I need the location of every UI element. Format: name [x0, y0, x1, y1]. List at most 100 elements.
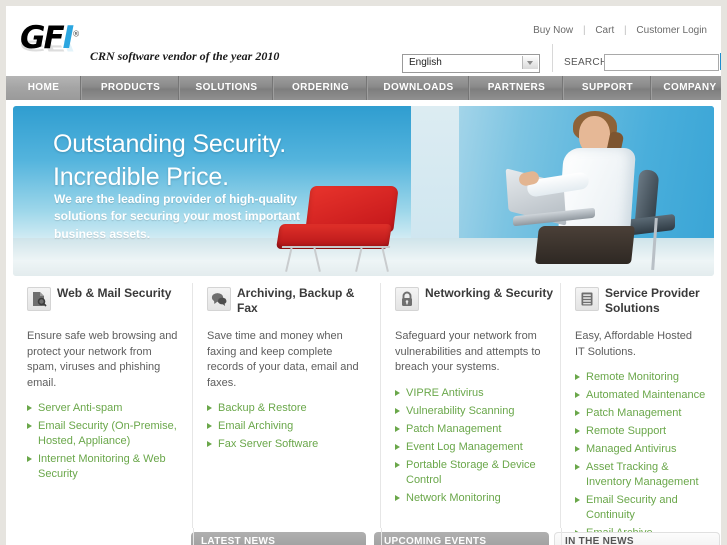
column-divider	[561, 528, 562, 545]
category-link[interactable]: Network Monitoring	[406, 492, 501, 504]
list-item[interactable]: Patch Management	[395, 422, 560, 437]
list-item[interactable]: Server Anti-spam	[27, 401, 192, 416]
category-column-3: Networking & Security Safeguard your netw…	[381, 283, 561, 528]
list-item[interactable]: Automated Maintenance	[575, 388, 714, 403]
category-link-list: Remote Monitoring Automated Maintenance Pa…	[575, 370, 714, 541]
language-select-value: English	[409, 57, 442, 68]
category-link[interactable]: Server Anti-spam	[38, 402, 122, 414]
nav-item-solutions[interactable]: SOLUTIONS	[180, 76, 274, 100]
search-go-button[interactable]: GO	[720, 53, 721, 70]
chair-leg	[381, 246, 389, 272]
chair-rail	[281, 246, 391, 248]
category-header: Web & Mail Security	[13, 283, 192, 317]
category-link[interactable]: Fax Server Software	[218, 438, 318, 450]
bottom-tab-in-the-news[interactable]: IN THE NEWS	[554, 532, 720, 545]
nav-item-company[interactable]: COMPANY	[652, 76, 721, 100]
category-column-4: Service Provider Solutions Easy, Affordab…	[561, 283, 714, 539]
category-description: Save time and money when faxing and keep…	[207, 330, 359, 389]
gfi-logo[interactable]: GFI®	[20, 23, 80, 54]
category-link[interactable]: Remote Support	[586, 425, 666, 437]
category-link[interactable]: Portable Storage & Device Control	[406, 459, 536, 486]
list-item[interactable]: Asset Tracking & Inventory Management	[575, 460, 714, 490]
category-title: Service Provider Solutions	[605, 286, 700, 316]
category-header: Archiving, Backup & Fax	[193, 283, 380, 317]
chair-leg	[313, 246, 321, 272]
list-item[interactable]: Vulnerability Scanning	[395, 404, 560, 419]
category-link-list: Server Anti-spam Email Security (On-Premi…	[27, 401, 192, 482]
hero-headline-line2: Incredible Price.	[53, 163, 229, 191]
bottom-tabs: LATEST NEWS UPCOMING EVENTS IN THE NEWS	[6, 532, 721, 545]
category-link-list: VIPRE Antivirus Vulnerability Scanning Pat…	[395, 386, 560, 506]
list-item[interactable]: Remote Support	[575, 424, 714, 439]
list-item[interactable]: Email Security (On-Premise, Hosted, Appl…	[27, 419, 192, 449]
divider: |	[582, 25, 586, 36]
woman-with-laptop-illustration	[505, 111, 703, 274]
search-input-wrap[interactable]	[604, 54, 719, 71]
list-item[interactable]: Backup & Restore	[207, 401, 380, 416]
nav-item-downloads[interactable]: DOWNLOADS	[368, 76, 470, 100]
category-link[interactable]: Email Security (On-Premise, Hosted, Appl…	[38, 420, 177, 447]
language-select[interactable]: English	[402, 54, 540, 73]
list-item[interactable]: VIPRE Antivirus	[395, 386, 560, 401]
chair-leg	[285, 246, 293, 272]
nav-item-products[interactable]: PRODUCTS	[82, 76, 180, 100]
search-input[interactable]	[605, 55, 718, 68]
category-title: Archiving, Backup & Fax	[237, 286, 355, 316]
category-link[interactable]: Patch Management	[406, 423, 501, 435]
header-divider	[552, 44, 553, 72]
category-title: Networking & Security	[425, 286, 554, 300]
buy-now-link[interactable]: Buy Now	[533, 25, 573, 36]
category-link[interactable]: Internet Monitoring & Web Security	[38, 453, 166, 480]
red-chair-illustration	[272, 186, 402, 272]
category-link[interactable]: Email Archiving	[218, 420, 293, 432]
list-item[interactable]: Network Monitoring	[395, 491, 560, 506]
hero-banner[interactable]: Outstanding Security. Incredible Price. …	[13, 106, 714, 276]
woman-skirt	[535, 226, 635, 264]
list-item[interactable]: Fax Server Software	[207, 437, 380, 452]
category-link[interactable]: Backup & Restore	[218, 402, 307, 414]
category-column-1: Web & Mail Security Ensure safe web brows…	[13, 283, 193, 528]
category-link[interactable]: Managed Antivirus	[586, 443, 677, 455]
padlock-icon	[395, 287, 419, 311]
category-link[interactable]: Email Security and Continuity	[586, 494, 678, 521]
list-item[interactable]: Internet Monitoring & Web Security	[27, 452, 192, 482]
category-link[interactable]: Remote Monitoring	[586, 371, 679, 383]
logo-text-i: I	[62, 20, 74, 56]
hero-headline-line1: Outstanding Security.	[53, 130, 286, 158]
category-description: Ensure safe web browsing and protect you…	[27, 330, 178, 389]
category-link[interactable]: Asset Tracking & Inventory Management	[586, 461, 699, 488]
list-item[interactable]: Event Log Management	[395, 440, 560, 455]
list-item[interactable]: Managed Antivirus	[575, 442, 714, 457]
cart-link[interactable]: Cart	[595, 25, 614, 36]
product-category-columns: Web & Mail Security Ensure safe web brows…	[13, 283, 714, 539]
category-link[interactable]: Event Log Management	[406, 441, 523, 453]
category-link[interactable]: Automated Maintenance	[586, 389, 705, 401]
list-item[interactable]: Email Archiving	[207, 419, 380, 434]
document-search-icon	[27, 287, 51, 311]
search-label: SEARCH	[564, 57, 608, 68]
category-link[interactable]: VIPRE Antivirus	[406, 387, 484, 399]
list-item[interactable]: Email Security and Continuity	[575, 493, 714, 523]
category-link-list: Backup & Restore Email Archiving Fax Serve…	[207, 401, 380, 452]
page-root: GFI® GFI CRN software vendor of the year…	[6, 6, 721, 545]
category-description: Safeguard your network from vulnerabilit…	[395, 330, 541, 374]
column-divider	[193, 528, 194, 545]
customer-login-link[interactable]: Customer Login	[636, 25, 707, 36]
category-link[interactable]: Patch Management	[586, 407, 681, 419]
bottom-tab-upcoming-events[interactable]: UPCOMING EVENTS	[374, 532, 549, 545]
server-rack-icon	[575, 287, 599, 311]
nav-item-partners[interactable]: PARTNERS	[470, 76, 564, 100]
list-item[interactable]: Remote Monitoring	[575, 370, 714, 385]
site-header: GFI® GFI CRN software vendor of the year…	[6, 6, 721, 77]
chevron-down-icon	[522, 56, 538, 69]
bottom-tab-latest-news[interactable]: LATEST NEWS	[191, 532, 366, 545]
category-link[interactable]: Vulnerability Scanning	[406, 405, 514, 417]
list-item[interactable]: Patch Management	[575, 406, 714, 421]
chat-bubbles-icon	[207, 287, 231, 311]
nav-item-home[interactable]: HOME	[6, 76, 82, 100]
category-column-2: Archiving, Backup & Fax Save time and mon…	[193, 283, 381, 528]
logo-text-gf: GF	[20, 20, 65, 56]
list-item[interactable]: Portable Storage & Device Control	[395, 458, 560, 488]
nav-item-ordering[interactable]: ORDERING	[274, 76, 368, 100]
nav-item-support[interactable]: SUPPORT	[564, 76, 652, 100]
